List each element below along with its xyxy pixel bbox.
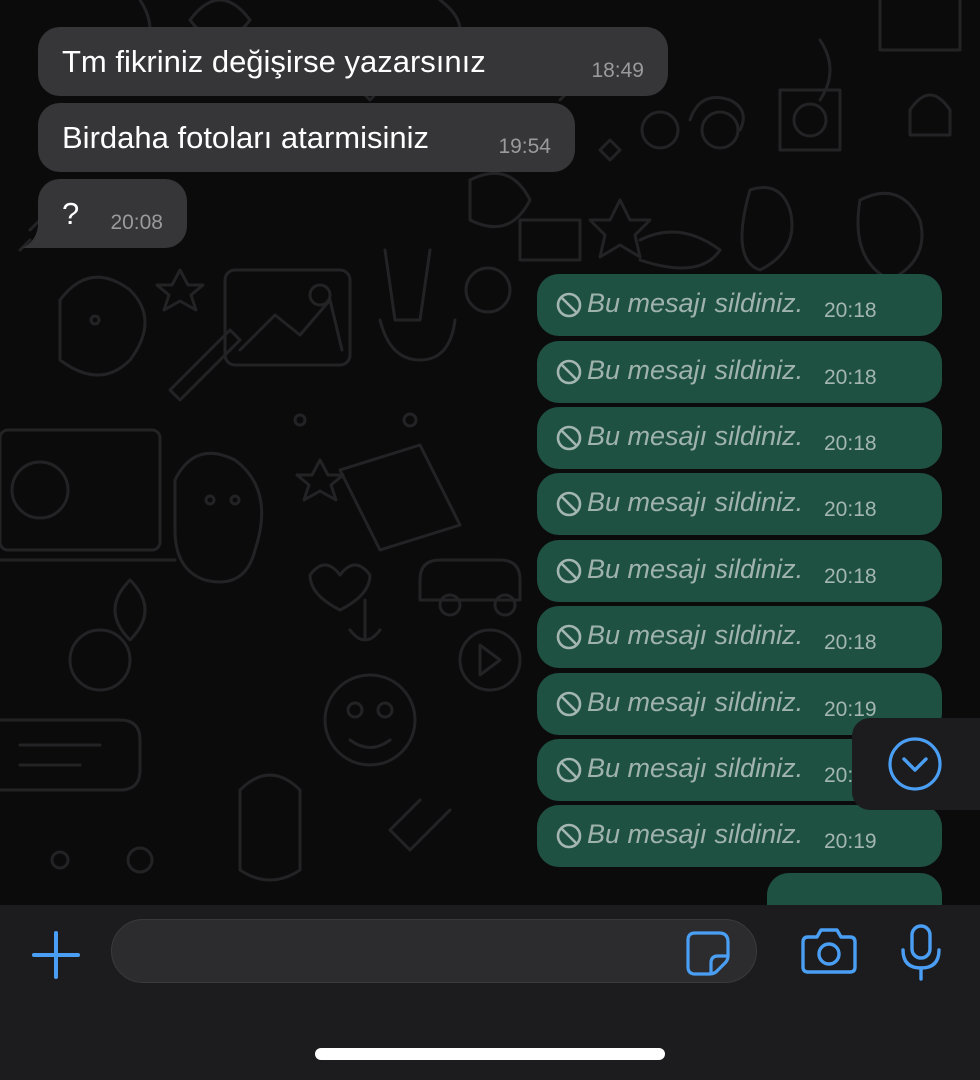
message-text: Bu mesajı sildiniz. xyxy=(587,355,804,385)
message-time: 20:19 xyxy=(824,830,877,853)
message-text: Birdaha fotoları atarmisiniz xyxy=(62,120,429,155)
prohibited-icon xyxy=(555,690,583,718)
message-text: Tm fikriniz değişirse yazarsınız xyxy=(62,44,486,79)
home-indicator xyxy=(315,1048,665,1060)
prohibited-icon xyxy=(555,557,583,585)
scroll-to-bottom-button[interactable] xyxy=(852,718,980,810)
prohibited-icon xyxy=(555,490,583,518)
attach-button[interactable] xyxy=(30,929,82,981)
sticker-button[interactable] xyxy=(685,930,731,976)
outgoing-message-partial[interactable] xyxy=(767,873,942,905)
message-text: ? xyxy=(62,196,80,231)
microphone-button[interactable] xyxy=(898,923,944,983)
message-text: Bu mesajı sildiniz. xyxy=(587,687,804,717)
message-text: Bu mesajı sildiniz. xyxy=(587,819,804,849)
message-time: 20:18 xyxy=(824,366,877,389)
camera-icon xyxy=(801,928,857,974)
outgoing-deleted-message[interactable]: Bu mesajı sildiniz. 20:18 xyxy=(537,341,942,403)
message-text: Bu mesajı sildiniz. xyxy=(587,554,804,584)
outgoing-deleted-message[interactable]: Bu mesajı sildiniz. 20:18 xyxy=(537,606,942,668)
message-time: 20:18 xyxy=(824,299,877,322)
message-text: Bu mesajı sildiniz. xyxy=(587,487,804,517)
chevron-down-circle-icon xyxy=(888,737,942,791)
microphone-icon xyxy=(901,924,941,981)
whatsapp-chat-screen: Tm fikriniz değişirse yazarsınız 18:49 B… xyxy=(0,0,980,1080)
camera-button[interactable] xyxy=(800,925,858,977)
prohibited-icon xyxy=(555,822,583,850)
message-text: Bu mesajı sildiniz. xyxy=(587,753,804,783)
composer-bar xyxy=(0,905,980,1080)
message-input[interactable] xyxy=(111,919,757,983)
outgoing-deleted-message[interactable]: Bu mesajı sildiniz. 20:18 xyxy=(537,274,942,336)
message-time: 20:18 xyxy=(824,432,877,455)
bubble-tail xyxy=(22,226,48,248)
incoming-message[interactable]: ? 20:08 xyxy=(38,179,187,248)
message-list[interactable]: Tm fikriniz değişirse yazarsınız 18:49 B… xyxy=(0,0,980,905)
prohibited-icon xyxy=(555,358,583,386)
message-time: 18:49 xyxy=(591,59,644,82)
message-time: 20:18 xyxy=(824,631,877,654)
message-text: Bu mesajı sildiniz. xyxy=(587,288,804,318)
message-time: 19:54 xyxy=(498,135,551,158)
sticker-icon xyxy=(686,931,730,976)
outgoing-deleted-message[interactable]: Bu mesajı sildiniz. 20:19 xyxy=(537,805,942,867)
message-time: 20:18 xyxy=(824,565,877,588)
prohibited-icon xyxy=(555,756,583,784)
incoming-message[interactable]: Tm fikriniz değişirse yazarsınız 18:49 xyxy=(38,27,668,96)
message-text: Bu mesajı sildiniz. xyxy=(587,421,804,451)
message-time: 20:08 xyxy=(110,211,163,234)
prohibited-icon xyxy=(555,291,583,319)
outgoing-deleted-message[interactable]: Bu mesajı sildiniz. 20:18 xyxy=(537,407,942,469)
message-text: Bu mesajı sildiniz. xyxy=(587,620,804,650)
prohibited-icon xyxy=(555,623,583,651)
plus-icon xyxy=(32,931,80,979)
incoming-message[interactable]: Birdaha fotoları atarmisiniz 19:54 xyxy=(38,103,575,172)
message-time: 20:18 xyxy=(824,498,877,521)
outgoing-deleted-message[interactable]: Bu mesajı sildiniz. 20:18 xyxy=(537,540,942,602)
outgoing-deleted-message[interactable]: Bu mesajı sildiniz. 20:18 xyxy=(537,473,942,535)
prohibited-icon xyxy=(555,424,583,452)
